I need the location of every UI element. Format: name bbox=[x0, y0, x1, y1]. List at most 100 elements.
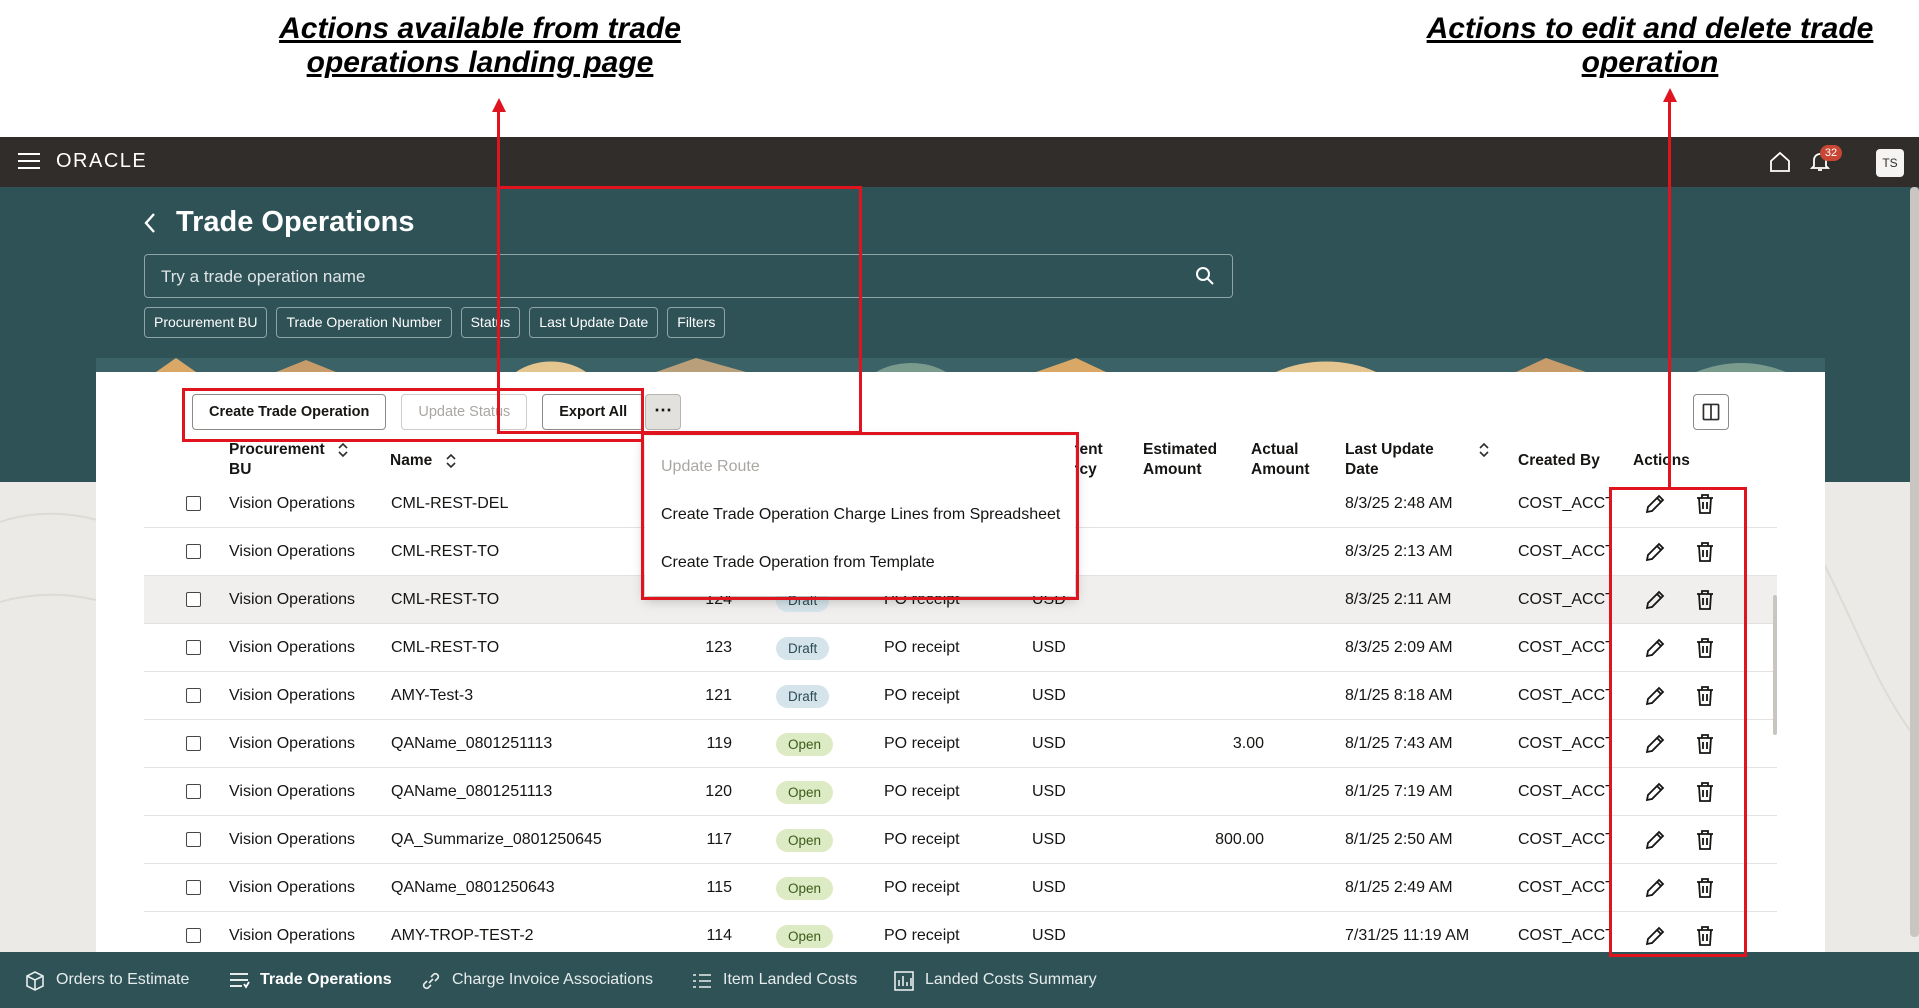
edit-pencil-icon[interactable] bbox=[1643, 540, 1667, 564]
orders-icon bbox=[26, 971, 44, 991]
edit-pencil-icon[interactable] bbox=[1643, 492, 1667, 516]
search-input[interactable] bbox=[161, 267, 1161, 287]
cell-name[interactable]: CML-REST-TO bbox=[391, 528, 499, 576]
menu-item-create-from-template[interactable]: Create Trade Operation from Template bbox=[661, 554, 935, 572]
table-row[interactable]: Vision Operations QAName_0801251113 119 Ope… bbox=[144, 720, 1777, 768]
cell-created-by: COST_ACCT_ bbox=[1518, 879, 1610, 896]
cell-name[interactable]: CML-REST-TO bbox=[391, 624, 499, 672]
delete-trash-icon[interactable] bbox=[1693, 540, 1717, 564]
edit-pencil-icon[interactable] bbox=[1643, 828, 1667, 852]
table-row[interactable]: Vision Operations QAName_0801250643 115 Ope… bbox=[144, 864, 1777, 912]
delete-trash-icon[interactable] bbox=[1693, 780, 1717, 804]
row-select-checkbox[interactable] bbox=[186, 880, 201, 895]
search-icon[interactable] bbox=[1195, 266, 1215, 286]
edit-pencil-icon[interactable] bbox=[1643, 732, 1667, 756]
create-trade-operation-button[interactable]: Create Trade Operation bbox=[192, 394, 387, 430]
cell-created-by: COST_ACCT_ bbox=[1518, 783, 1610, 800]
delete-trash-icon[interactable] bbox=[1693, 492, 1717, 516]
cell-name[interactable]: QA_Summarize_0801250645 bbox=[391, 816, 602, 864]
row-select-checkbox[interactable] bbox=[186, 688, 201, 703]
update-status-button[interactable]: Update Status bbox=[401, 394, 528, 430]
column-layout-icon[interactable] bbox=[1693, 394, 1729, 430]
sort-icon[interactable] bbox=[1478, 442, 1490, 458]
nav-landed-costs-summary[interactable]: Landed Costs Summary bbox=[893, 952, 1097, 1008]
table-row[interactable]: Vision Operations QA_Summarize_0801250645… bbox=[144, 816, 1777, 864]
row-select-checkbox[interactable] bbox=[186, 544, 201, 559]
row-select-checkbox[interactable] bbox=[186, 592, 201, 607]
delete-trash-icon[interactable] bbox=[1693, 732, 1717, 756]
sort-icon[interactable] bbox=[337, 442, 349, 458]
row-select-checkbox[interactable] bbox=[186, 496, 201, 511]
status-badge: Open bbox=[776, 925, 834, 948]
table-scrollbar[interactable] bbox=[1773, 595, 1777, 735]
column-header-procurement-bu[interactable]: Procurement BU bbox=[229, 440, 349, 480]
menu-item-update-route[interactable]: Update Route bbox=[661, 458, 760, 476]
menu-item-create-charge-lines-from-spreadsheet[interactable]: Create Trade Operation Charge Lines from… bbox=[661, 506, 1060, 524]
cell-estimated-amount bbox=[1144, 528, 1264, 576]
cell-procurement-bu: Vision Operations bbox=[229, 543, 355, 560]
cell-route: PO receipt bbox=[884, 687, 960, 704]
edit-pencil-icon[interactable] bbox=[1643, 876, 1667, 900]
filter-chip-bar: Procurement BU Trade Operation Number St… bbox=[144, 307, 726, 338]
cell-name[interactable]: CML-REST-TO bbox=[391, 576, 499, 624]
delete-trash-icon[interactable] bbox=[1693, 684, 1717, 708]
row-select-checkbox[interactable] bbox=[186, 640, 201, 655]
column-header-estimated-amount[interactable]: Estimated Amount bbox=[1143, 440, 1217, 480]
edit-pencil-icon[interactable] bbox=[1643, 924, 1667, 948]
column-header-actual-amount[interactable]: Actual Amount bbox=[1251, 440, 1310, 480]
home-icon[interactable] bbox=[1768, 150, 1792, 174]
delete-trash-icon[interactable] bbox=[1693, 636, 1717, 660]
filter-chip-status[interactable]: Status bbox=[460, 307, 521, 338]
edit-pencil-icon[interactable] bbox=[1643, 780, 1667, 804]
cell-route: PO receipt bbox=[884, 639, 960, 656]
row-select-checkbox[interactable] bbox=[186, 784, 201, 799]
delete-trash-icon[interactable] bbox=[1693, 588, 1717, 612]
cell-name[interactable]: QAName_0801250643 bbox=[391, 864, 555, 912]
cell-name[interactable]: AMY-Test-3 bbox=[391, 672, 473, 720]
table-row[interactable]: Vision Operations AMY-Test-3 121 Draft PO re… bbox=[144, 672, 1777, 720]
nav-charge-invoice-associations[interactable]: Charge Invoice Associations bbox=[420, 952, 653, 1008]
page-scrollbar[interactable] bbox=[1910, 187, 1919, 937]
status-badge: Open bbox=[776, 829, 834, 852]
edit-pencil-icon[interactable] bbox=[1643, 636, 1667, 660]
annotation-arrow-left bbox=[497, 112, 500, 392]
cell-name[interactable]: QAName_0801251113 bbox=[391, 720, 552, 768]
edit-pencil-icon[interactable] bbox=[1643, 684, 1667, 708]
filter-chip-procurement-bu[interactable]: Procurement BU bbox=[144, 307, 268, 338]
column-header-label: Amount bbox=[1143, 461, 1202, 478]
column-header-label: Actions bbox=[1633, 452, 1690, 469]
nav-orders-to-estimate[interactable]: Orders to Estimate bbox=[24, 952, 189, 1008]
cell-name[interactable]: QAName_0801251113 bbox=[391, 768, 552, 816]
edit-pencil-icon[interactable] bbox=[1643, 588, 1667, 612]
hamburger-menu-icon[interactable] bbox=[18, 153, 40, 171]
filter-chip-trade-operation-number[interactable]: Trade Operation Number bbox=[276, 307, 452, 338]
user-avatar[interactable]: TS bbox=[1876, 149, 1904, 177]
more-actions-button[interactable]: ⋯ bbox=[645, 394, 681, 430]
delete-trash-icon[interactable] bbox=[1693, 924, 1717, 948]
cell-estimated-amount bbox=[1144, 768, 1264, 816]
sort-icon[interactable] bbox=[445, 453, 457, 469]
delete-trash-icon[interactable] bbox=[1693, 828, 1717, 852]
row-select-checkbox[interactable] bbox=[186, 832, 201, 847]
nav-item-landed-costs[interactable]: Item Landed Costs bbox=[691, 952, 857, 1008]
export-all-button[interactable]: Export All bbox=[542, 394, 645, 430]
column-header-created-by[interactable]: Created By bbox=[1518, 451, 1600, 471]
more-actions-menu: Update Route Create Trade Operation Char… bbox=[645, 436, 1075, 596]
filter-chip-last-update-date[interactable]: Last Update Date bbox=[529, 307, 659, 338]
row-select-checkbox[interactable] bbox=[186, 736, 201, 751]
status-badge: Open bbox=[776, 733, 834, 756]
filter-chip-filters[interactable]: Filters bbox=[667, 307, 726, 338]
cell-route: PO receipt bbox=[884, 879, 960, 896]
back-chevron-icon[interactable] bbox=[140, 210, 160, 236]
cell-name[interactable]: CML-REST-DEL bbox=[391, 480, 508, 528]
column-header-last-update-date[interactable]: Last Update Date bbox=[1345, 440, 1490, 480]
table-row[interactable]: Vision Operations QAName_0801251113 120 Ope… bbox=[144, 768, 1777, 816]
column-header-label: BU bbox=[229, 461, 252, 478]
nav-trade-operations[interactable]: Trade Operations bbox=[228, 952, 392, 1008]
row-select-checkbox[interactable] bbox=[186, 928, 201, 943]
cell-estimated-amount bbox=[1144, 672, 1264, 720]
delete-trash-icon[interactable] bbox=[1693, 876, 1717, 900]
search-box[interactable] bbox=[144, 254, 1233, 298]
table-row[interactable]: Vision Operations CML-REST-TO 123 Draft PO r… bbox=[144, 624, 1777, 672]
column-header-name[interactable]: Name bbox=[390, 451, 457, 471]
